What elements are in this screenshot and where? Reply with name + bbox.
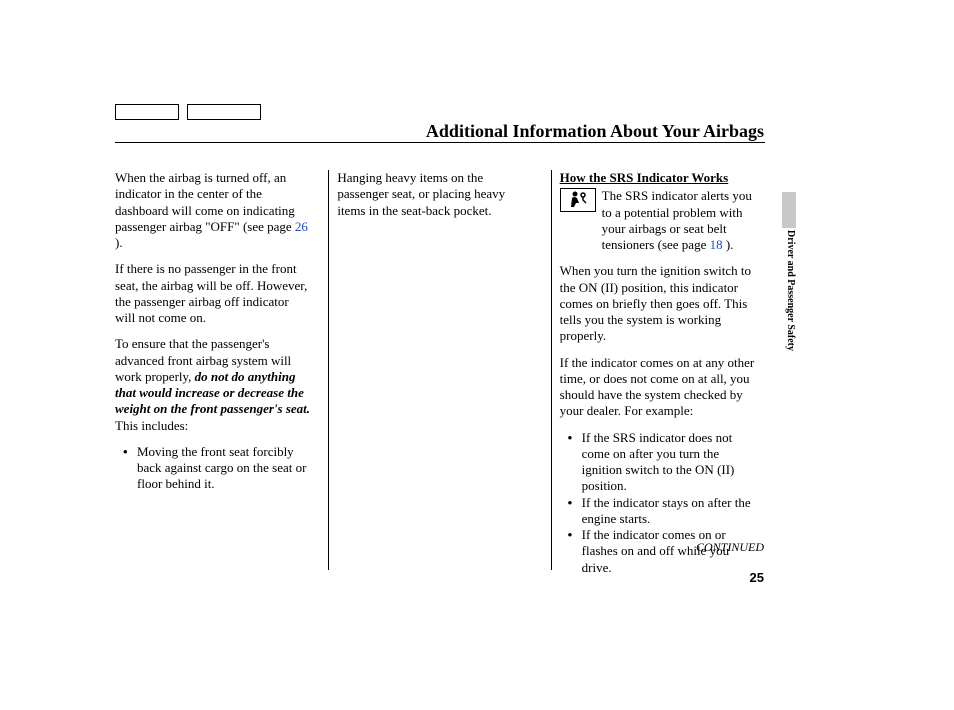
list-item: If the indicator stays on after the engi… xyxy=(578,495,755,528)
title-rule xyxy=(115,142,765,143)
continued-label: CONTINUED xyxy=(696,540,764,555)
header-blank-boxes xyxy=(115,104,261,120)
middle-para-1: Hanging heavy items on the passenger sea… xyxy=(337,170,532,219)
list-item: Moving the front seat forcibly back agai… xyxy=(133,444,310,493)
left-para-3: To ensure that the passenger's advanced … xyxy=(115,336,310,434)
section-tab-label: Driver and Passenger Safety xyxy=(782,230,796,370)
text: ). xyxy=(726,237,734,252)
manual-page: Additional Information About Your Airbag… xyxy=(0,0,954,710)
page-title: Additional Information About Your Airbag… xyxy=(426,120,764,143)
right-para-3: If the indicator comes on at any other t… xyxy=(560,355,755,420)
section-tab-marker xyxy=(782,192,796,228)
column-divider xyxy=(551,170,552,570)
column-right: How the SRS Indicator Works The SRS indi… xyxy=(560,170,765,586)
text: ). xyxy=(115,235,123,250)
right-subheading: How the SRS Indicator Works xyxy=(560,170,755,186)
page-link-18[interactable]: 18 xyxy=(710,237,723,252)
left-para-2: If there is no passenger in the front se… xyxy=(115,261,310,326)
content-columns: When the airbag is turned off, an indica… xyxy=(115,170,765,586)
left-para-1: When the airbag is turned off, an indica… xyxy=(115,170,310,251)
right-para-1: The SRS indicator alerts you to a potent… xyxy=(560,188,755,253)
text: The SRS indicator alerts you to a potent… xyxy=(602,188,755,253)
page-link-26[interactable]: 26 xyxy=(295,219,308,234)
text: This includes: xyxy=(115,418,188,433)
header-box-2 xyxy=(187,104,261,120)
column-middle: Hanging heavy items on the passenger sea… xyxy=(337,170,542,586)
list-item: If the SRS indicator does not come on af… xyxy=(578,430,755,495)
page-number: 25 xyxy=(750,570,764,586)
right-para-2: When you turn the ignition switch to the… xyxy=(560,263,755,344)
column-left: When the airbag is turned off, an indica… xyxy=(115,170,320,586)
text: When the airbag is turned off, an indica… xyxy=(115,170,295,234)
left-bullet-list: Moving the front seat forcibly back agai… xyxy=(115,444,310,493)
srs-indicator-icon xyxy=(560,188,596,212)
header-box-1 xyxy=(115,104,179,120)
column-divider xyxy=(328,170,329,570)
